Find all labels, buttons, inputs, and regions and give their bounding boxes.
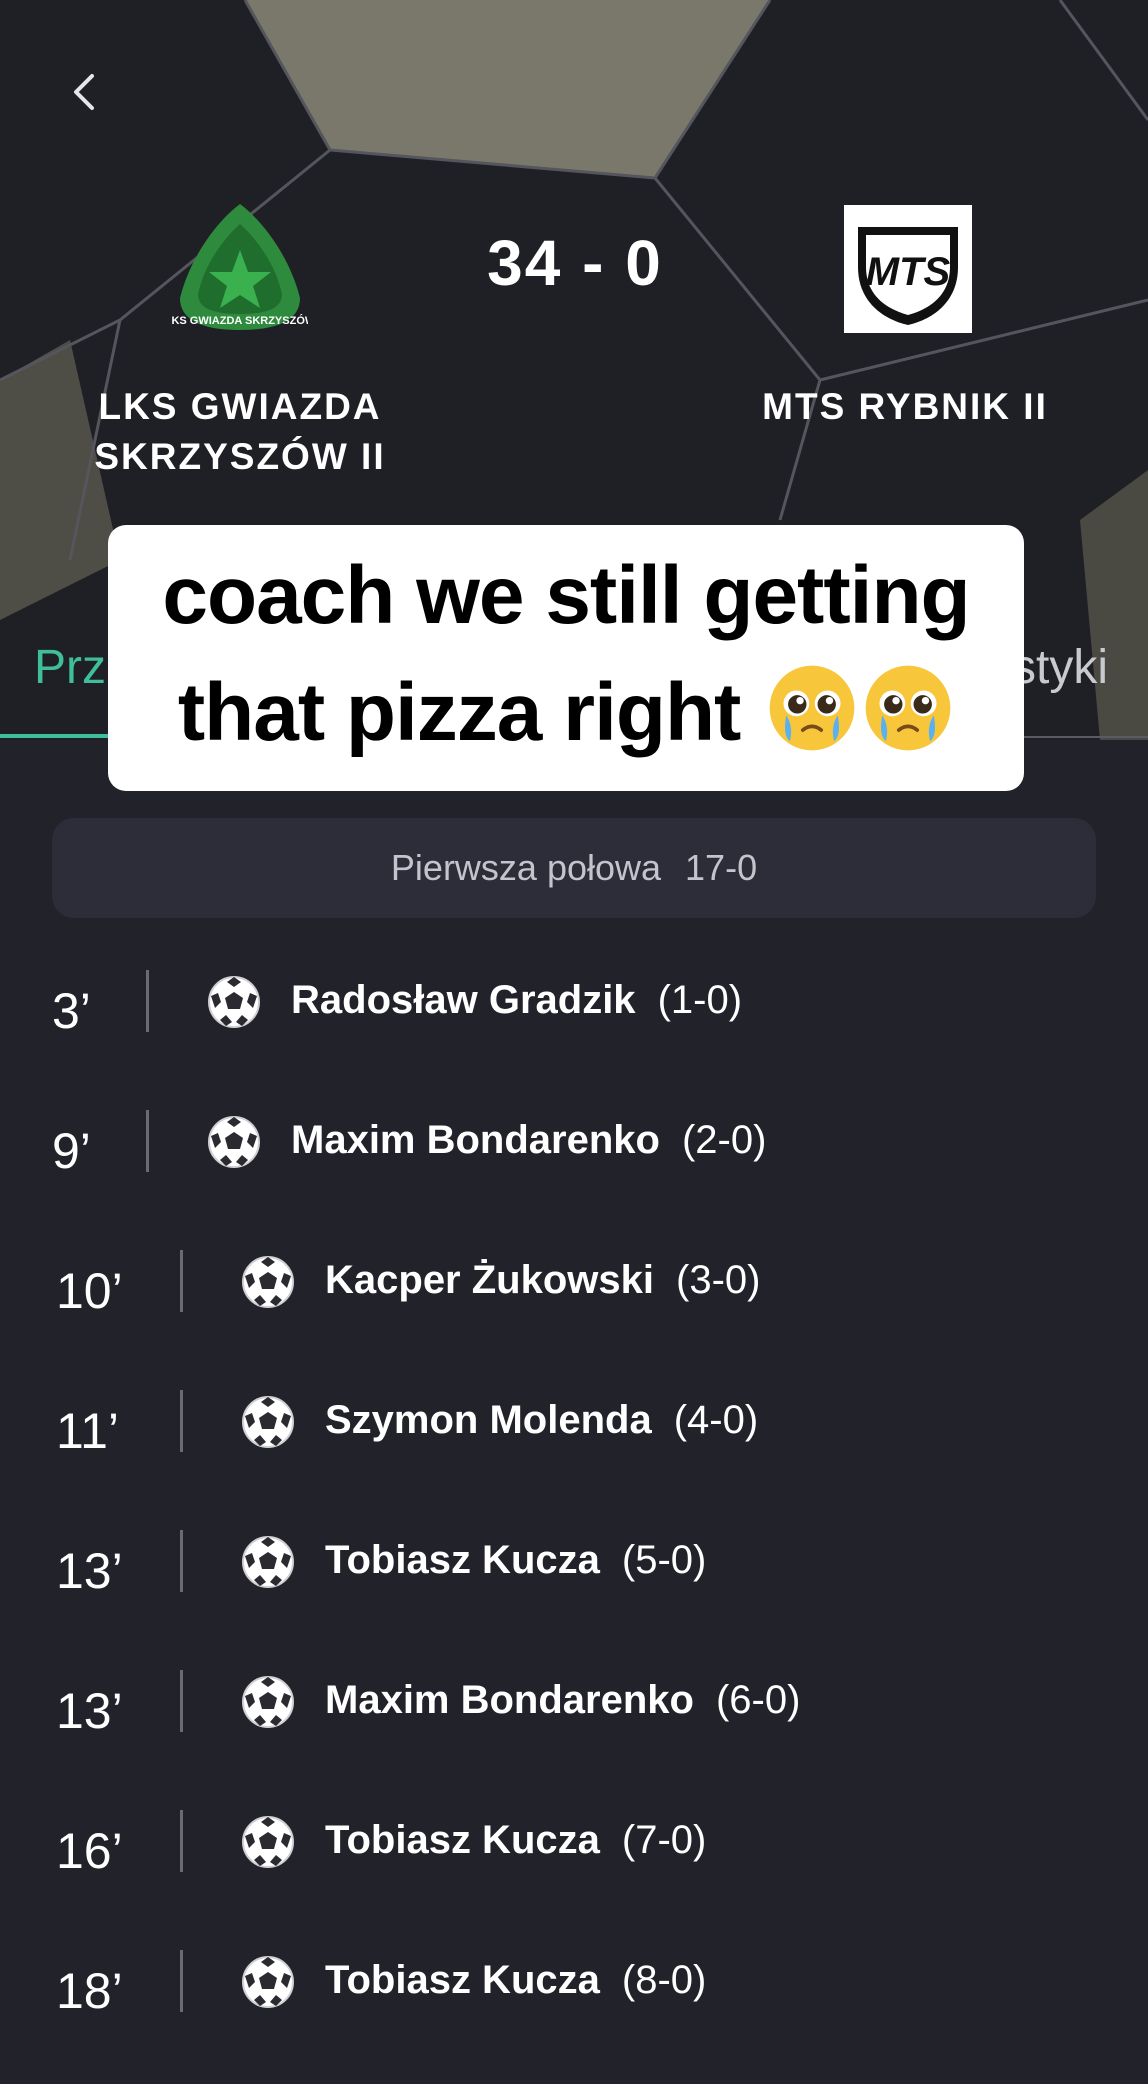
- back-button[interactable]: [62, 62, 112, 122]
- running-score: (5-0): [621, 1538, 707, 1582]
- chevron-left-icon: [74, 74, 94, 110]
- goal-minute: 16’: [56, 1823, 123, 1879]
- scorer-name: Szymon Molenda: [325, 1398, 652, 1442]
- caption-line-1: coach we still getting: [162, 550, 970, 641]
- scorer-name: Radosław Gradzik: [291, 978, 636, 1022]
- goal-event-row: 10’ Kacper Żukowski (3-0): [0, 1240, 1148, 1340]
- running-score: (6-0): [715, 1678, 801, 1722]
- half-label: Pierwsza połowa: [390, 847, 662, 888]
- running-score: (7-0): [621, 1818, 707, 1862]
- half-score: 17-0: [685, 847, 758, 888]
- event-divider: [180, 1810, 183, 1872]
- pleading-face-emoji-icon: [769, 665, 855, 751]
- soccer-ball-icon: [240, 1534, 296, 1590]
- goal-minute: 13’: [56, 1683, 123, 1739]
- soccer-ball-icon: [240, 1954, 296, 2010]
- soccer-ball-icon: [206, 1114, 262, 1170]
- goal-event-row: 13’ Maxim Bondarenko (6-0): [0, 1660, 1148, 1760]
- goal-event-row: 9’ Maxim Bondarenko (2-0): [0, 1100, 1148, 1200]
- event-divider: [146, 1110, 149, 1172]
- goal-minute: 9’: [52, 1123, 91, 1179]
- goal-event-row: 18’ Tobiasz Kucza (8-0): [0, 1940, 1148, 2040]
- scorer-name: Tobiasz Kucza: [325, 1818, 600, 1862]
- goal-minute: 18’: [56, 1963, 123, 2019]
- goal-scorer: Szymon Molenda (4-0): [325, 1398, 758, 1443]
- scorer-name: Maxim Bondarenko: [291, 1118, 660, 1162]
- event-divider: [180, 1950, 183, 2012]
- home-team-name-line2: SKRZYSZÓW II: [94, 436, 386, 477]
- caption-line-2-text: that pizza right: [177, 667, 742, 758]
- goal-scorer: Kacper Żukowski (3-0): [325, 1258, 760, 1303]
- goal-minute: 13’: [56, 1543, 123, 1599]
- goal-event-row: 11’ Szymon Molenda (4-0): [0, 1380, 1148, 1480]
- tab-overview[interactable]: Prz: [34, 640, 106, 695]
- event-divider: [180, 1530, 183, 1592]
- home-team-name: LKS GWIAZDA SKRZYSZÓW II: [40, 382, 440, 482]
- match-score: 34 - 0: [487, 227, 663, 299]
- goal-minute: 10’: [56, 1263, 123, 1319]
- soccer-ball-icon: [240, 1254, 296, 1310]
- goal-event-row: 3’ Radosław Gradzik (1-0): [0, 960, 1148, 1060]
- soccer-ball-icon: [240, 1394, 296, 1450]
- caption-line-2: that pizza right: [108, 654, 1024, 771]
- goal-event-row: 13’ Tobiasz Kucza (5-0): [0, 1520, 1148, 1620]
- home-team-name-line1: LKS GWIAZDA: [98, 386, 382, 427]
- soccer-ball-icon: [206, 974, 262, 1030]
- running-score: (8-0): [621, 1958, 707, 2002]
- running-score: (3-0): [676, 1258, 761, 1302]
- goal-scorer: Maxim Bondarenko (6-0): [325, 1678, 800, 1723]
- event-divider: [180, 1670, 183, 1732]
- half-banner: Pierwsza połowa 17-0: [52, 818, 1096, 918]
- goal-scorer: Radosław Gradzik (1-0): [291, 978, 742, 1023]
- running-score: (4-0): [673, 1398, 759, 1442]
- scorer-name: Kacper Żukowski: [325, 1258, 655, 1302]
- goal-scorer: Tobiasz Kucza (8-0): [325, 1958, 706, 2003]
- goal-minute: 3’: [52, 983, 91, 1039]
- running-score: (1-0): [657, 978, 743, 1022]
- home-team-crest: LKS GWIAZDA SKRZYSZÓW: [172, 204, 308, 330]
- goal-scorer: Tobiasz Kucza (7-0): [325, 1818, 706, 1863]
- soccer-ball-icon: [240, 1814, 296, 1870]
- scorer-name: Maxim Bondarenko: [325, 1678, 694, 1722]
- event-divider: [180, 1250, 183, 1312]
- soccer-ball-icon: [240, 1674, 296, 1730]
- crest-text: LKS GWIAZDA SKRZYSZÓW: [172, 314, 308, 327]
- tab-statistics[interactable]: styki: [1012, 640, 1108, 695]
- away-logo-text: MTS: [866, 250, 951, 294]
- goal-minute: 11’: [56, 1403, 120, 1459]
- goal-scorer: Tobiasz Kucza (5-0): [325, 1538, 706, 1583]
- away-team-name: MTS RYBNIK II: [762, 386, 1048, 427]
- goal-scorer: Maxim Bondarenko (2-0): [291, 1118, 766, 1163]
- event-divider: [146, 970, 149, 1032]
- pleading-face-emoji-icon: [865, 665, 951, 751]
- scorer-name: Tobiasz Kucza: [325, 1538, 600, 1582]
- event-divider: [180, 1390, 183, 1452]
- video-caption: coach we still getting that pizza right: [108, 525, 1024, 791]
- scorer-name: Tobiasz Kucza: [325, 1958, 600, 2002]
- goal-event-row: 16’ Tobiasz Kucza (7-0): [0, 1800, 1148, 1900]
- away-team-logo: MTS: [844, 205, 972, 333]
- running-score: (2-0): [681, 1118, 767, 1162]
